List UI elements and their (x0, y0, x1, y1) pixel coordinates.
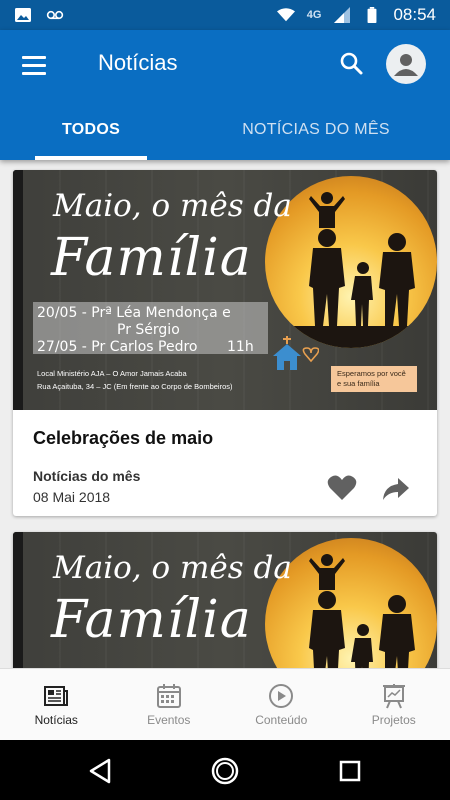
news-feed[interactable]: Maio, o mês da Família 20/05 - Prª Léa M… (0, 160, 450, 668)
heart-icon[interactable] (327, 474, 357, 502)
banner-schedule-line3: 27/05 - Pr Carlos Pedro (37, 339, 198, 355)
search-icon[interactable] (336, 48, 368, 80)
share-icon[interactable] (381, 474, 411, 502)
news-card-date: 08 Mai 2018 (33, 489, 111, 505)
image-notification-icon (15, 8, 31, 22)
network-type: 4G (306, 9, 322, 21)
banner-script-line2: Família (51, 228, 252, 288)
tab-noticias-do-mes-label: NOTÍCIAS DO MÊS (242, 121, 390, 138)
tab-bar: TODOS NOTÍCIAS DO MÊS (0, 100, 450, 160)
banner-address-line2: Rua Açaituba, 34 – JC (Em frente ao Corp… (37, 382, 233, 391)
battery-icon (368, 7, 377, 23)
banner-script-line1: Maio, o mês da (53, 188, 292, 224)
nav-noticias[interactable]: Notícias (0, 669, 113, 740)
system-navigation-bar (0, 740, 450, 800)
banner-schedule-line1: 20/05 - Prª Léa Mendonça e (37, 305, 231, 321)
banner-script-line2: Família (51, 590, 252, 650)
nav-eventos[interactable]: Eventos (113, 669, 226, 740)
nav-conteudo[interactable]: Conteúdo (225, 669, 338, 740)
nav-noticias-label: Notícias (34, 712, 78, 727)
tab-todos[interactable]: TODOS (0, 100, 182, 160)
status-bar: 4G 08:54 (0, 0, 450, 30)
page-title: Notícias (98, 50, 178, 75)
news-icon (44, 685, 69, 706)
menu-icon[interactable] (22, 50, 62, 80)
nav-eventos-label: Eventos (147, 712, 191, 727)
banner-schedule-line2: Pr Sérgio (117, 322, 180, 338)
play-icon (269, 683, 294, 708)
app-bar: Notícias TODOS NOTÍCIAS DO MÊS (0, 30, 450, 160)
account-icon[interactable] (386, 44, 426, 84)
news-card-title[interactable]: Celebrações de maio (33, 428, 417, 449)
clock: 08:54 (393, 5, 436, 24)
voicemail-icon (46, 10, 64, 20)
home-icon[interactable] (210, 756, 240, 786)
news-card-meta: Notícias do mês 08 Mai 2018 (33, 468, 140, 505)
nav-projetos-label: Projetos (371, 712, 416, 727)
banner-schedule-time: 11h (227, 339, 254, 355)
wifi-icon (276, 8, 295, 22)
news-card[interactable]: Maio, o mês da Família (13, 532, 437, 668)
calendar-icon (156, 683, 181, 708)
nav-projetos[interactable]: Projetos (338, 669, 450, 740)
presentation-icon (382, 683, 405, 708)
banner-tag-line1: Esperamos por você (337, 369, 406, 378)
banner-tag-line2: e sua família (337, 379, 380, 388)
news-card-image[interactable]: Maio, o mês da Família 20/05 - Prª Léa M… (13, 170, 437, 410)
bottom-navigation: Notícias Eventos Conteúdo Projetos (0, 668, 450, 740)
banner-tag: Esperamos por você e sua família (331, 366, 417, 392)
nav-conteudo-label: Conteúdo (255, 712, 308, 727)
signal-icon (334, 7, 351, 23)
news-card-image[interactable]: Maio, o mês da Família (13, 532, 437, 668)
banner-script-line1: Maio, o mês da (53, 550, 292, 586)
banner-address-line1: Local Ministério AJA – O Amor Jamais Aca… (37, 369, 187, 378)
news-card-category: Notícias do mês (33, 468, 141, 484)
news-card[interactable]: Maio, o mês da Família 20/05 - Prª Léa M… (13, 170, 437, 516)
church-logo-icon (273, 336, 319, 370)
back-icon[interactable] (85, 756, 115, 786)
tab-noticias-do-mes[interactable]: NOTÍCIAS DO MÊS (182, 100, 450, 160)
tab-todos-label: TODOS (61, 121, 121, 138)
recents-icon[interactable] (335, 756, 365, 786)
